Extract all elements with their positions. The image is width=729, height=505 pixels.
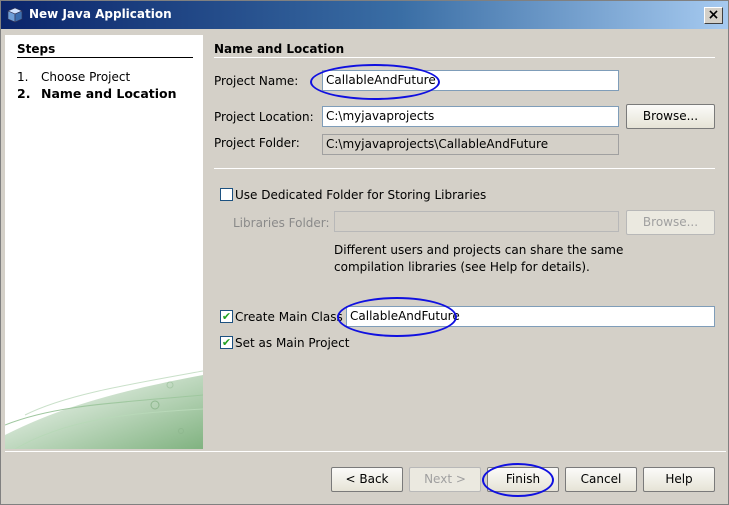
section-divider: [214, 57, 715, 58]
step-name-and-location: 2. Name and Location: [17, 86, 177, 101]
create-main-class-checkbox[interactable]: ✔: [220, 310, 233, 323]
step-number: 2.: [17, 86, 31, 101]
libraries-hint: Different users and projects can share t…: [334, 242, 623, 276]
dialog-window: New Java Application × Steps 1. Choose Pr…: [0, 0, 729, 505]
finish-button[interactable]: Finish: [487, 467, 559, 492]
step-label: Choose Project: [41, 70, 131, 84]
step-number: 1.: [17, 70, 29, 84]
dedicated-folder-label: Use Dedicated Folder for Storing Librari…: [235, 188, 487, 202]
next-button: Next >: [409, 467, 481, 492]
cancel-button[interactable]: Cancel: [565, 467, 637, 492]
project-location-label: Project Location:: [214, 110, 314, 124]
back-button[interactable]: < Back: [331, 467, 403, 492]
project-folder-label: Project Folder:: [214, 136, 300, 150]
title-bar: New Java Application ×: [1, 1, 728, 29]
separator: [214, 168, 715, 169]
browse-location-button[interactable]: Browse...: [626, 104, 715, 129]
section-title: Name and Location: [214, 42, 345, 56]
content-panel: Name and Location Project Name: Callable…: [203, 35, 728, 449]
libraries-folder-label: Libraries Folder:: [233, 216, 330, 230]
help-button[interactable]: Help: [643, 467, 715, 492]
hint-line-1: Different users and projects can share t…: [334, 243, 624, 257]
set-main-project-checkbox[interactable]: ✔: [220, 336, 233, 349]
steps-title: Steps: [17, 42, 56, 56]
libraries-folder-input: [334, 211, 619, 232]
main-class-input[interactable]: CallableAndFuture: [346, 306, 715, 327]
browse-libraries-button: Browse...: [626, 210, 715, 235]
window-title: New Java Application: [29, 7, 172, 21]
step-label: Name and Location: [41, 86, 177, 101]
project-name-label: Project Name:: [214, 74, 299, 88]
project-name-input[interactable]: CallableAndFuture: [322, 70, 619, 91]
hint-line-2: compilation libraries (see Help for deta…: [334, 260, 590, 274]
step-choose-project: 1. Choose Project: [17, 70, 130, 84]
decorative-swirl-graphic: [5, 370, 203, 449]
steps-panel: Steps 1. Choose Project 2. Name and Locati…: [5, 35, 203, 449]
close-icon: ×: [707, 7, 720, 23]
steps-divider: [17, 57, 193, 58]
footer-separator: [5, 451, 726, 452]
close-button[interactable]: ×: [704, 7, 723, 24]
dedicated-folder-checkbox[interactable]: [220, 188, 233, 201]
create-main-class-label: Create Main Class: [235, 310, 343, 324]
project-folder-field: C:\myjavaprojects\CallableAndFuture: [322, 134, 619, 155]
set-main-project-label: Set as Main Project: [235, 336, 350, 350]
java-cube-icon: [7, 7, 23, 23]
project-location-input[interactable]: C:\myjavaprojects: [322, 106, 619, 127]
